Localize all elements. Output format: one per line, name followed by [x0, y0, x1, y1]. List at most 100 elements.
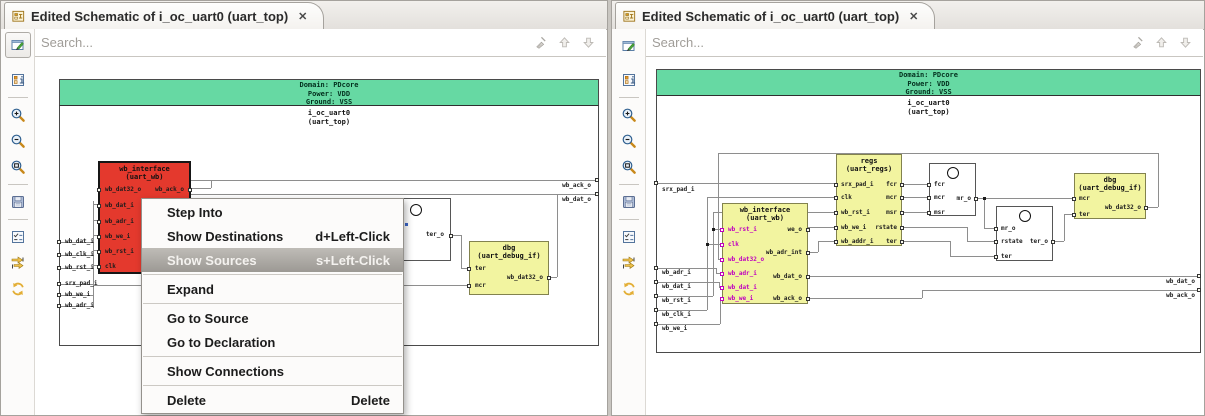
filters-icon — [10, 229, 26, 245]
port-pin — [654, 308, 658, 312]
clear-search-icon[interactable] — [1130, 35, 1145, 50]
port-pin — [57, 293, 61, 297]
filters-button[interactable] — [6, 225, 30, 249]
pin-label: mcr — [1079, 195, 1090, 202]
pin — [97, 220, 101, 224]
pin — [547, 276, 551, 280]
wire — [967, 227, 968, 241]
pin — [720, 243, 724, 247]
banner-ground: Ground: VSS — [305, 98, 353, 106]
filters-button[interactable] — [617, 225, 641, 249]
zoom-out-button[interactable] — [617, 129, 641, 153]
zoom-in-button[interactable] — [6, 103, 30, 127]
menu-item-go-to-source[interactable]: Go to Source — [142, 306, 403, 330]
clear-search-icon[interactable] — [533, 35, 548, 50]
pin — [97, 235, 101, 239]
trace-connections-button[interactable] — [6, 251, 30, 275]
pin — [806, 228, 810, 232]
block-wb-interface[interactable]: wb_interface (uart_wb) wb_rst_i clk wb_d… — [720, 203, 810, 304]
search-next-icon[interactable] — [1178, 35, 1193, 50]
search-next-icon[interactable] — [581, 35, 596, 50]
right-editor-pane: Edited Schematic of i_oc_uart0 (uart_top… — [611, 0, 1205, 416]
block-regs[interactable]: regs (uart_regs) srx_pad_i clk wb_rst_i … — [834, 154, 904, 246]
refresh-button[interactable] — [617, 277, 641, 301]
search-previous-icon[interactable] — [1154, 35, 1169, 50]
schematic-properties-button[interactable] — [617, 68, 641, 92]
left-tab-close-icon[interactable]: ✕ — [298, 10, 307, 23]
menu-item-step-into[interactable]: Step Into — [142, 200, 403, 224]
port-label: srx_pad_i — [662, 186, 695, 193]
zoom-fit-button[interactable] — [6, 155, 30, 179]
pin-label: mr_o — [1001, 225, 1016, 232]
search-previous-icon[interactable] — [557, 35, 572, 50]
block-type: (uart_debug_if) — [1078, 184, 1142, 192]
search-edit-icon — [10, 37, 26, 53]
left-tab[interactable]: Edited Schematic of i_oc_uart0 (uart_top… — [4, 2, 325, 29]
pin — [467, 284, 471, 288]
banner-domain: Domain: PDcore — [898, 71, 958, 79]
menu-item-show-sources[interactable]: Show Sources s+Left-Click — [142, 248, 403, 272]
port-pin — [654, 280, 658, 284]
port-pin — [654, 294, 658, 298]
pin — [449, 234, 453, 238]
schematic-properties-button[interactable] — [6, 68, 30, 92]
menu-item-show-connections[interactable]: Show Connections — [142, 359, 403, 383]
search-input[interactable] — [35, 34, 533, 51]
block-dbg[interactable]: dbg (uart_debug_if) ter mcr wb_dat32_o — [467, 241, 551, 295]
port-pin — [654, 322, 658, 326]
wire — [1158, 153, 1159, 207]
pin-label: msr — [934, 209, 945, 216]
port-label: wb_adr_i — [65, 302, 94, 309]
zoom-out-button[interactable] — [6, 129, 30, 153]
pin-label: wb_adr_int — [765, 249, 802, 256]
menu-item-expand[interactable]: Expand — [142, 277, 403, 301]
menu-item-delete[interactable]: Delete Delete — [142, 388, 403, 412]
wire — [950, 241, 951, 256]
menu-item-label: Show Connections — [167, 363, 284, 379]
right-tab[interactable]: Edited Schematic of i_oc_uart0 (uart_top… — [615, 2, 936, 29]
right-tab-close-icon[interactable]: ✕ — [909, 10, 918, 23]
wire — [984, 198, 985, 228]
menu-item-show-destinations[interactable]: Show Destinations d+Left-Click — [142, 224, 403, 248]
search-input[interactable] — [646, 34, 1130, 51]
pin — [720, 258, 724, 262]
search-edit-button[interactable] — [617, 34, 641, 58]
block-type: (uart_regs) — [845, 165, 893, 173]
pin — [806, 297, 810, 301]
gate-symbol-icon — [410, 204, 422, 216]
pin-label: wb_rst_i — [841, 209, 870, 216]
zoom-out-icon — [621, 133, 637, 149]
block-dbg[interactable]: dbg (uart_debug_if) mcr ter wb_dat32_o — [1072, 173, 1148, 219]
save-button[interactable] — [6, 190, 30, 214]
save-button[interactable] — [617, 190, 641, 214]
block-mux-a[interactable]: fcr mcr msr mr_o — [927, 163, 978, 216]
block-mux-b[interactable]: mr_o rstate ter ter_o — [994, 206, 1055, 261]
port-label: wb_adr_i — [662, 269, 691, 276]
context-menu: Step Into Show Destinations d+Left-Click … — [141, 198, 404, 414]
pin — [720, 286, 724, 290]
wire — [1064, 214, 1065, 241]
refresh-button[interactable] — [6, 277, 30, 301]
pin-label: wb_adr_i — [105, 218, 134, 225]
menu-item-go-to-declaration[interactable]: Go to Declaration — [142, 330, 403, 354]
port-pin — [1197, 288, 1201, 292]
search-edit-button[interactable] — [4, 32, 31, 58]
trace-connections-button[interactable] — [617, 251, 641, 275]
gate-symbol-icon — [1019, 210, 1031, 222]
pin — [994, 240, 998, 244]
port-label: wb_clk_i — [662, 311, 691, 318]
wire — [922, 290, 1199, 291]
trace-connections-icon — [621, 255, 637, 271]
pin-label: wb_dat32_o — [506, 274, 543, 281]
search-icons — [533, 35, 606, 50]
wire — [461, 235, 462, 268]
refresh-icon — [621, 281, 637, 297]
port-pin — [595, 192, 599, 196]
zoom-fit-button[interactable] — [617, 155, 641, 179]
gate-symbol-icon — [947, 167, 959, 179]
banner-ground: Ground: VSS — [905, 88, 952, 96]
pin — [834, 226, 838, 230]
wire-junction — [706, 243, 709, 246]
pin-label: mr_o — [956, 195, 971, 202]
zoom-in-button[interactable] — [617, 103, 641, 127]
